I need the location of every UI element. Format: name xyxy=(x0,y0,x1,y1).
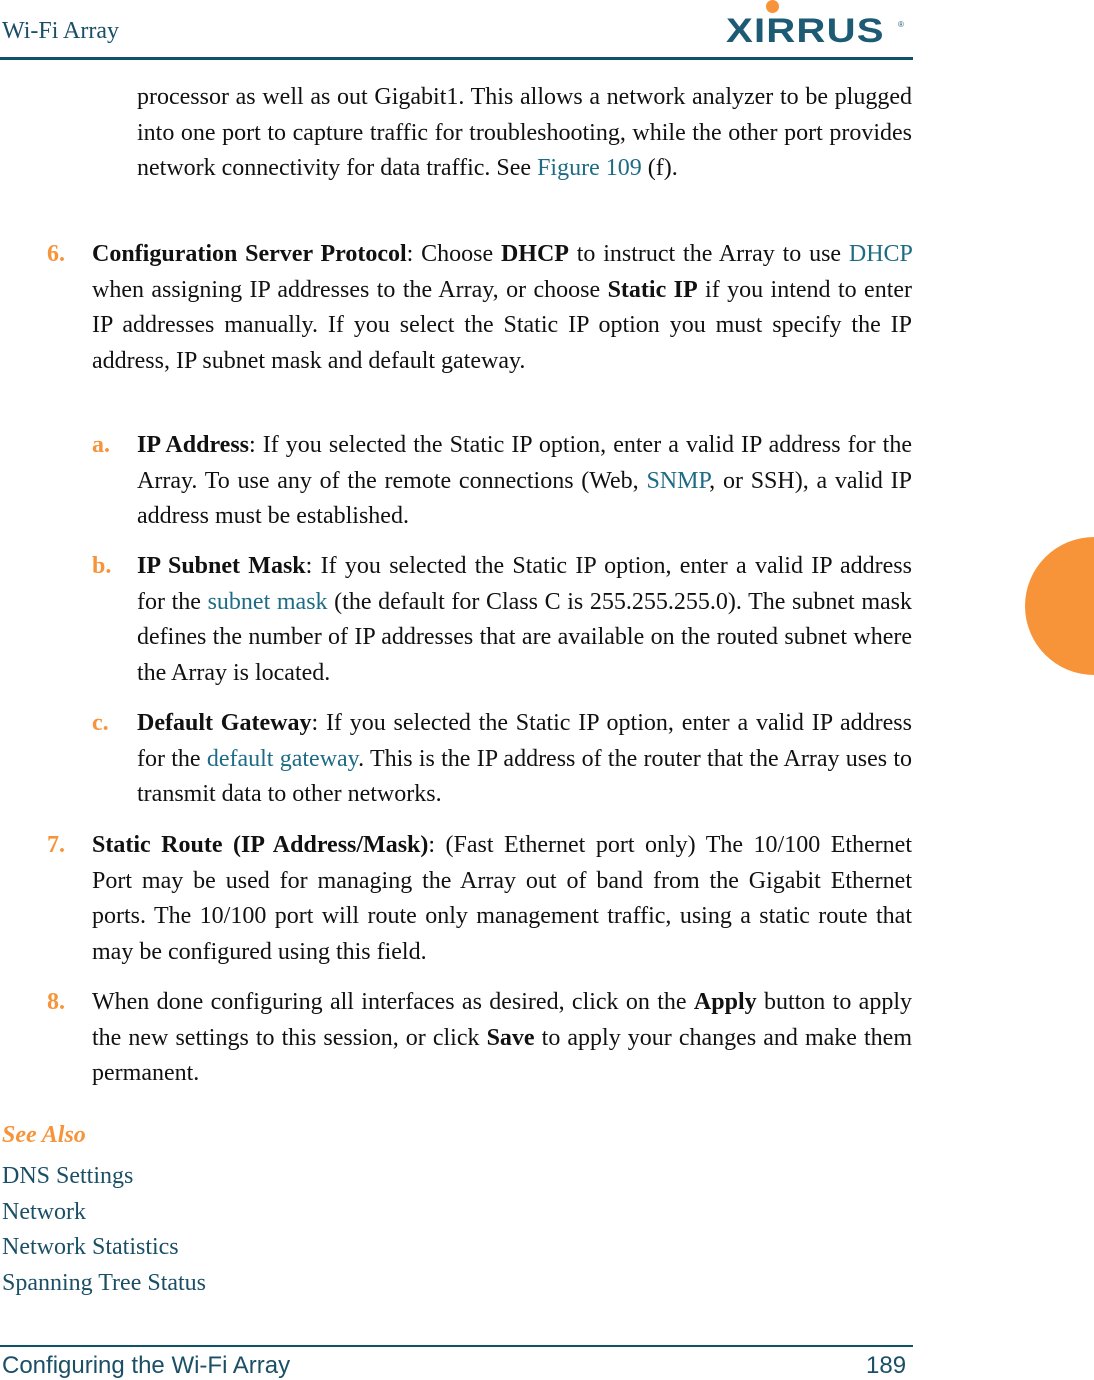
figure-109-link[interactable]: Figure 109 xyxy=(537,155,642,181)
substep-b-ip-subnet-mask: IP Subnet Mask: If you selected the Stat… xyxy=(137,553,912,686)
substep-a-ip-address: IP Address: If you selected the Static I… xyxy=(137,432,912,529)
step-6-configuration-server-protocol: Configuration Server Protocol: Choose DH… xyxy=(92,241,913,374)
step-8-apply-save: When done configuring all interfaces as … xyxy=(92,989,913,1086)
substep-letter-c: c. xyxy=(92,710,109,736)
intro-paragraph: processor as well as out Gigabit1. This … xyxy=(137,84,912,181)
see-also-link-dns-settings[interactable]: DNS Settings xyxy=(2,1159,206,1195)
step-number-8: 8. xyxy=(47,989,65,1015)
xirrus-logo: XIRRUS ® xyxy=(726,0,906,50)
subnet-mask-link[interactable]: subnet mask xyxy=(208,589,328,615)
see-also-link-network[interactable]: Network xyxy=(2,1195,206,1231)
chapter-tab-marker xyxy=(1025,537,1094,675)
see-also-heading: See Also xyxy=(2,1122,86,1148)
registered-mark: ® xyxy=(898,20,904,29)
running-header-title: Wi-Fi Array xyxy=(2,18,120,44)
header-divider xyxy=(0,57,913,60)
see-also-link-network-statistics[interactable]: Network Statistics xyxy=(2,1230,206,1266)
default-gateway-link[interactable]: default gateway xyxy=(207,746,358,772)
substep-letter-a: a. xyxy=(92,432,110,458)
footer-divider xyxy=(0,1345,913,1347)
step-number-7: 7. xyxy=(47,832,65,858)
step-number-6: 6. xyxy=(47,241,65,267)
page-number: 189 xyxy=(866,1352,907,1379)
footer-section-title: Configuring the Wi-Fi Array xyxy=(2,1352,291,1379)
logo-wordmark: XIRRUS xyxy=(726,12,885,50)
step-7-static-route: Static Route (IP Address/Mask): (Fast Et… xyxy=(92,832,912,965)
substep-c-default-gateway: Default Gateway: If you selected the Sta… xyxy=(137,710,913,807)
dhcp-link[interactable]: DHCP xyxy=(849,241,912,267)
see-also-link-spanning-tree-status[interactable]: Spanning Tree Status xyxy=(2,1266,206,1302)
snmp-link[interactable]: SNMP xyxy=(646,468,709,494)
substep-letter-b: b. xyxy=(92,553,112,579)
see-also-list: DNS Settings Network Network Statistics … xyxy=(2,1159,206,1301)
